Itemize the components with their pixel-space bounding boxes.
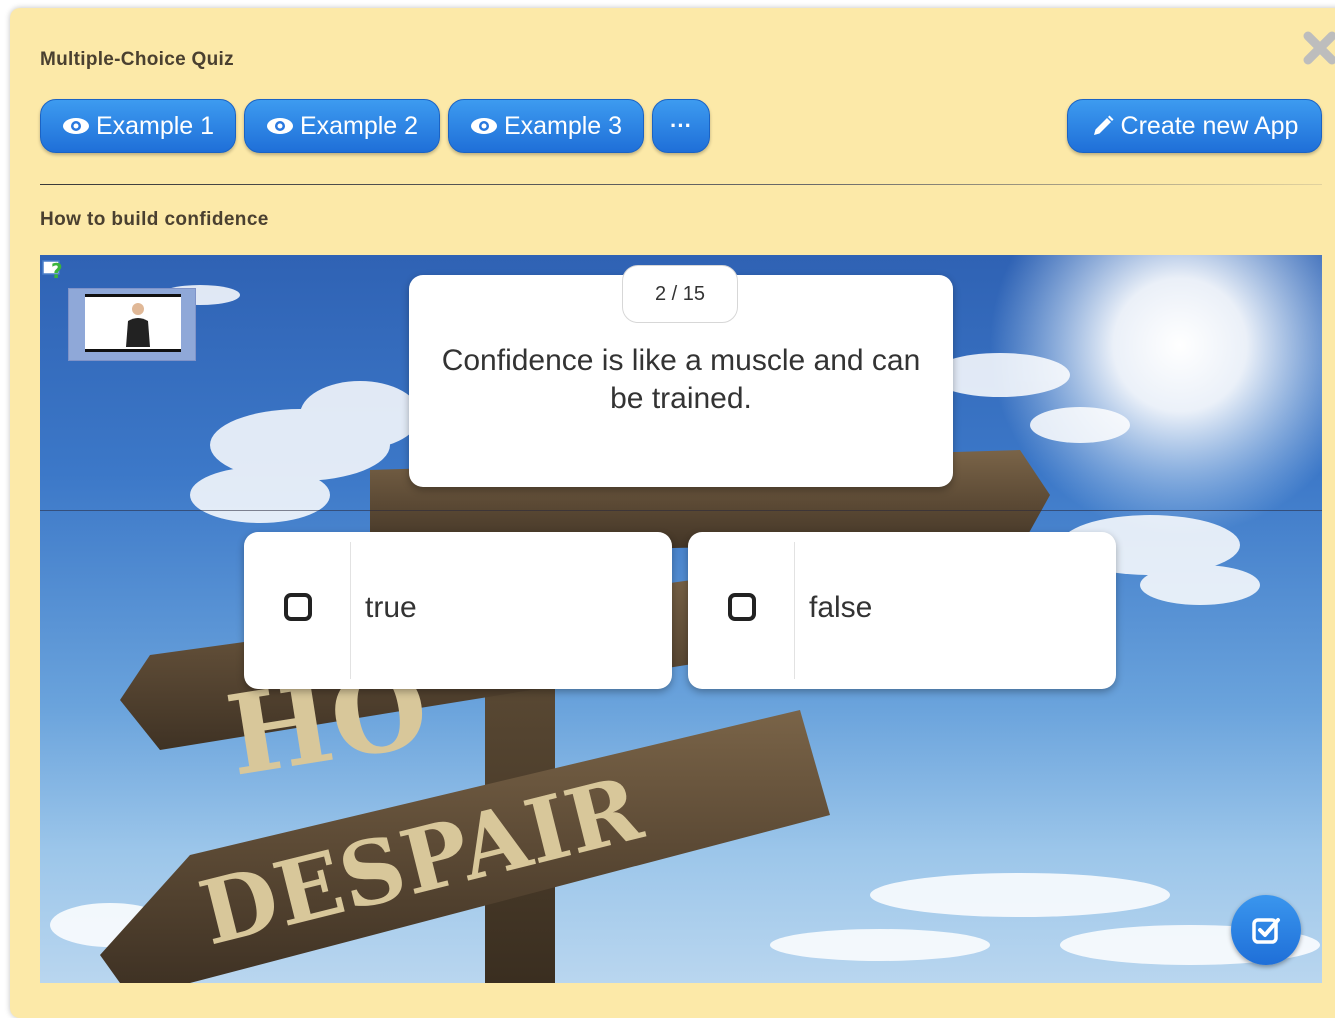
question-text: Confidence is like a muscle and can be t… [441, 344, 921, 415]
create-new-app-button[interactable]: Create new App [1067, 99, 1322, 153]
example-3-label: Example 3 [503, 111, 623, 140]
pencil-icon [1093, 115, 1114, 135]
answer-label: true [365, 591, 417, 624]
example-3-button[interactable]: Example 3 [448, 99, 644, 153]
answer-option-false[interactable]: false [688, 532, 1116, 689]
video-frame [85, 294, 181, 352]
answer-option-true[interactable]: true [244, 532, 672, 689]
question-counter: 2 / 15 [622, 265, 738, 323]
check-square-icon [1252, 918, 1280, 944]
quiz-title: How to build confidence [40, 209, 269, 230]
eye-icon [62, 118, 89, 134]
divider [40, 184, 1322, 185]
app-title: Multiple-Choice Quiz [40, 49, 234, 70]
create-new-app-label: Create new App [1120, 111, 1299, 140]
submit-check-button[interactable] [1231, 895, 1301, 965]
example-2-label: Example 2 [299, 111, 419, 140]
more-icon: ··· [670, 113, 692, 138]
eye-icon [470, 118, 497, 134]
answer-label: false [809, 591, 873, 624]
horizon-line [40, 510, 1322, 511]
answer-separator [350, 542, 351, 679]
help-icon[interactable]: ? [42, 257, 68, 283]
video-thumbnail[interactable] [68, 288, 196, 361]
example-1-button[interactable]: Example 1 [40, 99, 236, 153]
close-icon[interactable] [1302, 30, 1335, 66]
checkbox-icon[interactable] [284, 593, 312, 621]
person-icon [126, 303, 150, 347]
more-button[interactable]: ··· [652, 99, 710, 153]
question-card: 2 / 15 Confidence is like a muscle and c… [409, 265, 953, 487]
checkbox-icon[interactable] [728, 593, 756, 621]
example-2-button[interactable]: Example 2 [244, 99, 440, 153]
quiz-stage: HO DESPAIR ? 2 / 15 Confidence is like a… [40, 255, 1322, 983]
svg-text:?: ? [51, 259, 63, 283]
example-1-label: Example 1 [95, 111, 215, 140]
eye-icon [266, 118, 293, 134]
answer-separator [794, 542, 795, 679]
